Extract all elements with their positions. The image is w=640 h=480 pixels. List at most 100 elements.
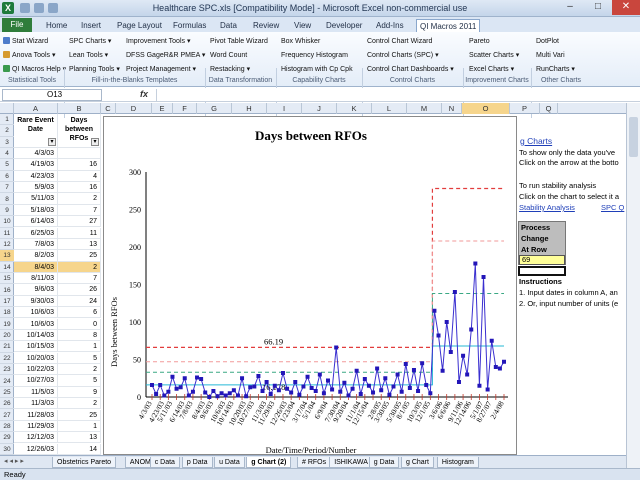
row-header[interactable]: 14: [0, 262, 14, 273]
row-header[interactable]: 12: [0, 239, 14, 251]
close-icon[interactable]: ✕: [612, 0, 640, 15]
row-header[interactable]: 7: [0, 182, 14, 194]
table-cell-date[interactable]: 10/6/03: [14, 307, 58, 319]
word-count-button[interactable]: Word Count: [210, 49, 247, 62]
table-cell-days[interactable]: 13: [58, 432, 101, 444]
table-cell-date[interactable]: 4/23/03: [14, 170, 58, 182]
cell-grid[interactable]: Rare Event Date ▾ Days between RFOs ▾ 4/3/03…: [14, 114, 102, 455]
table-cell-days[interactable]: 26: [58, 284, 101, 296]
row-header[interactable]: 15: [0, 273, 14, 285]
tab-home[interactable]: Home: [46, 19, 67, 32]
row-header[interactable]: 17: [0, 296, 14, 308]
table-cell-days[interactable]: 7: [58, 273, 101, 285]
table-cell-date[interactable]: 11/28/03: [14, 409, 58, 421]
sheet-tab[interactable]: # RFOs: [297, 457, 332, 468]
filter-dropdown-icon[interactable]: ▾: [48, 138, 56, 146]
tab-developer[interactable]: Developer: [326, 19, 362, 32]
tab-qi-macros[interactable]: QI Macros 2011: [416, 19, 481, 32]
table-cell-date[interactable]: 10/27/03: [14, 375, 58, 387]
table-cell-days[interactable]: 2: [58, 398, 101, 410]
sheet-nav-arrows[interactable]: ◂ ◂ ▸ ▸: [4, 457, 48, 468]
spc-quick-link[interactable]: SPC Q: [601, 203, 624, 212]
excel-app-icon[interactable]: X: [2, 2, 14, 14]
control-chart-dashboards-button[interactable]: Control Chart Dashboards ▾: [367, 63, 454, 76]
dotplot-button[interactable]: DotPlot: [536, 35, 559, 48]
table-cell-days[interactable]: 25: [58, 409, 101, 421]
sheet-tab[interactable]: g Chart: [401, 457, 434, 468]
filter-dropdown-icon[interactable]: ▾: [91, 138, 99, 146]
table-cell-date[interactable]: 8/2/03: [14, 250, 58, 262]
tab-review[interactable]: Review: [253, 19, 279, 32]
row-header[interactable]: 11: [0, 228, 14, 239]
table-cell-days[interactable]: 9: [58, 386, 101, 398]
row-header[interactable]: 21: [0, 341, 14, 353]
table-cell-date[interactable]: 8/11/03: [14, 273, 58, 285]
table-cell-days[interactable]: 13: [58, 238, 101, 251]
save-icon[interactable]: [20, 3, 30, 13]
row-header[interactable]: 16: [0, 285, 14, 296]
table-cell-days[interactable]: 16: [58, 159, 101, 171]
tab-file[interactable]: File: [2, 18, 32, 32]
row-header[interactable]: 20: [0, 330, 14, 342]
sheet-tab[interactable]: u Data: [214, 457, 245, 468]
column-header-L[interactable]: L: [372, 103, 407, 114]
column-header-A[interactable]: A: [14, 103, 58, 114]
table-cell-date[interactable]: 5/11/03: [14, 193, 58, 205]
table-cell-days[interactable]: 1: [58, 341, 101, 353]
row-header[interactable]: 10: [0, 216, 14, 228]
select-all-corner[interactable]: [0, 103, 14, 114]
row-header[interactable]: 3: [0, 137, 14, 148]
improvement-tools-button[interactable]: Improvement Tools ▾: [126, 35, 190, 48]
maximize-icon[interactable]: □: [584, 0, 612, 15]
planning-tools-button[interactable]: Planning Tools ▾: [69, 63, 120, 76]
insert-function-icon[interactable]: fx: [140, 89, 148, 99]
column-header-F[interactable]: F: [173, 103, 197, 114]
row-header[interactable]: 30: [0, 444, 14, 455]
table-cell-days[interactable]: 16: [58, 182, 101, 194]
row-header[interactable]: 2: [0, 125, 14, 137]
dfss-button[interactable]: DFSS GageR&R PMEA ▾: [126, 49, 205, 62]
g-charts-link[interactable]: g Charts: [520, 136, 552, 146]
g-chart[interactable]: Days between RFOs Date/Time/Period/Numbe…: [103, 116, 517, 455]
histogram-cpk-button[interactable]: Histogram with Cp Cpk: [281, 63, 353, 76]
row-header[interactable]: 25: [0, 387, 14, 399]
table-cell-date[interactable]: 4/3/03: [14, 148, 58, 160]
row-header[interactable]: 22: [0, 353, 14, 364]
table-cell-days[interactable]: 0: [58, 318, 101, 330]
excel-charts-button[interactable]: Excel Charts ▾: [469, 63, 514, 76]
stat-wizard-button[interactable]: Stat Wizard: [3, 35, 48, 48]
vertical-scrollbar[interactable]: [626, 103, 640, 468]
row-header[interactable]: 19: [0, 319, 14, 330]
table-cell-days[interactable]: 4: [58, 170, 101, 182]
row-header[interactable]: 8: [0, 194, 14, 205]
column-header-K[interactable]: K: [337, 103, 372, 114]
redo-icon[interactable]: [48, 3, 58, 13]
table-cell-date[interactable]: 7/8/03: [14, 238, 58, 251]
minimize-icon[interactable]: –: [556, 0, 584, 15]
name-box[interactable]: O13: [2, 89, 102, 101]
table-cell-days[interactable]: 25: [58, 250, 101, 262]
tab-formulas[interactable]: Formulas: [173, 19, 206, 32]
sheet-tab[interactable]: g Chart (2): [246, 457, 292, 468]
tab-data[interactable]: Data: [220, 19, 237, 32]
table-cell-date[interactable]: 11/5/03: [14, 386, 58, 398]
column-header-M[interactable]: M: [407, 103, 442, 114]
process-change-row-input[interactable]: 69: [519, 255, 565, 265]
sheet-tab[interactable]: c Data: [149, 457, 180, 468]
qi-macros-help-button[interactable]: QI Macros Help ▾: [3, 63, 66, 76]
column-header-B[interactable]: B: [58, 103, 101, 114]
column-header-E[interactable]: E: [152, 103, 173, 114]
row-header[interactable]: 26: [0, 398, 14, 410]
row-header[interactable]: 27: [0, 410, 14, 421]
column-header-D[interactable]: D: [116, 103, 152, 114]
table-cell-date[interactable]: 10/6/03: [14, 318, 58, 330]
table-cell-days[interactable]: 5: [58, 375, 101, 387]
table-cell-days[interactable]: 5: [58, 352, 101, 364]
box-whisker-button[interactable]: Box Whisker: [281, 35, 320, 48]
sheet-tab[interactable]: Obstetrics Pareto: [52, 457, 117, 468]
lean-tools-button[interactable]: Lean Tools ▾: [69, 49, 108, 62]
selected-cell[interactable]: [518, 266, 566, 276]
row-header[interactable]: 23: [0, 364, 14, 376]
table-cell-days[interactable]: 2: [58, 364, 101, 376]
tab-insert[interactable]: Insert: [81, 19, 101, 32]
